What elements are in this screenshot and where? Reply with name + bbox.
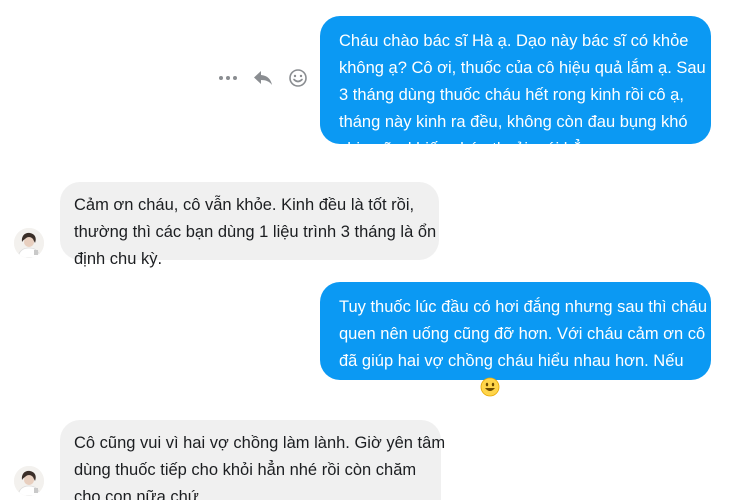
more-icon[interactable] [218, 75, 238, 81]
react-icon[interactable] [288, 68, 308, 88]
message-line: định chu kỳ. [74, 250, 163, 268]
message-line: Cô cũng vui vì hai vợ chồng làm lành. Gi… [74, 434, 446, 452]
outgoing-message-bubble[interactable]: Cháu chào bác sĩ Hà ạ. Dạo này bác sĩ có… [320, 16, 711, 158]
message-line: cho con nữa chứ. [74, 488, 204, 500]
message-text: không đã tan rồi ạ. [339, 379, 476, 397]
message-actions [218, 66, 310, 90]
message-line: không ạ? Cô ơi, thuốc của cô hiệu quả lắ… [339, 59, 706, 77]
smiley-emoji-icon [480, 377, 500, 397]
message-line: quen nên uống cũng đỡ hơn. Với cháu cảm … [339, 325, 706, 343]
message-line: chịu nữa khiến cháu thoải mái hẳn. [339, 140, 596, 158]
reply-icon[interactable] [252, 69, 274, 87]
message-line: Cháu chào bác sĩ Hà ạ. Dạo này bác sĩ có… [339, 32, 689, 50]
message-line: tháng này kinh ra đều, không còn đau bụn… [339, 113, 688, 131]
message-line: 3 tháng dùng thuốc cháu hết rong kinh rồ… [339, 86, 684, 104]
chat-thread: Cháu chào bác sĩ Hà ạ. Dạo này bác sĩ có… [0, 0, 730, 500]
message-line: dùng thuốc tiếp cho khỏi hẳn nhé rồi còn… [74, 461, 417, 479]
message-line: đã giúp hai vợ chồng cháu hiểu nhau hơn.… [339, 352, 684, 370]
message-line: thường thì các bạn dùng 1 liệu trình 3 t… [74, 223, 437, 241]
message-line: Cảm ơn cháu, cô vẫn khỏe. Kinh đều là tố… [74, 196, 415, 214]
message-line: không đã tan rồi ạ. [339, 375, 697, 402]
incoming-message-bubble[interactable]: Cô cũng vui vì hai vợ chồng làm lành. Gi… [60, 420, 446, 500]
avatar[interactable] [14, 466, 44, 496]
incoming-message-bubble[interactable]: Cảm ơn cháu, cô vẫn khỏe. Kinh đều là tố… [60, 182, 439, 268]
avatar[interactable] [14, 228, 44, 258]
outgoing-message-bubble[interactable]: Tuy thuốc lúc đầu có hơi đắng nhưng sau … [320, 282, 711, 397]
message-line: Tuy thuốc lúc đầu có hơi đắng nhưng sau … [339, 298, 707, 316]
